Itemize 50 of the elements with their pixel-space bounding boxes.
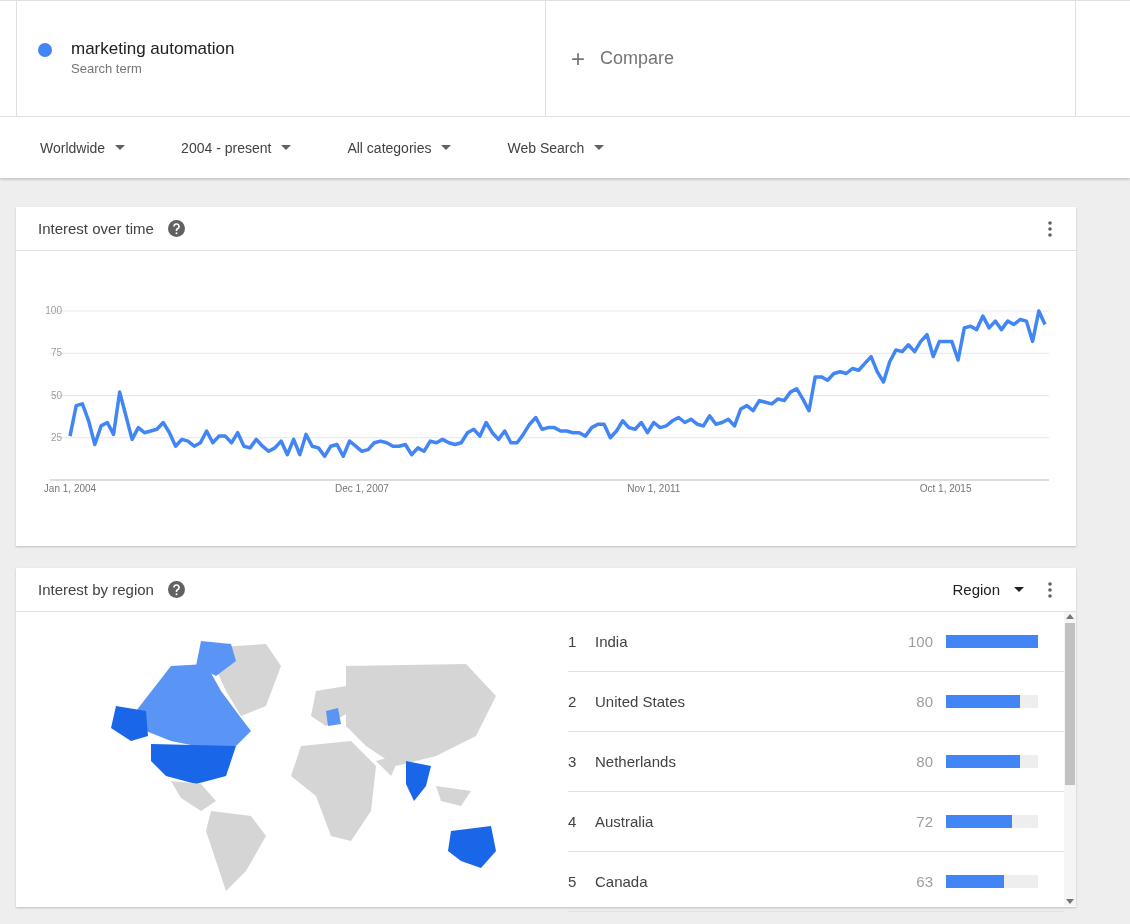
rank: 4 [568, 813, 578, 830]
series-dot [38, 43, 52, 57]
region-value: 63 [915, 873, 933, 890]
region-row[interactable]: 1 India 100 [568, 612, 1064, 672]
y-tick-label: 25 [50, 431, 62, 443]
y-tick-label: 75 [50, 347, 62, 359]
region-name: Netherlands [595, 753, 677, 770]
rank: 5 [568, 873, 578, 890]
rank: 3 [568, 753, 578, 770]
region-value: 80 [915, 693, 933, 710]
card-title: Interest over time [38, 220, 154, 237]
x-tick-label: Dec 1, 2007 [334, 483, 389, 494]
more-icon[interactable] [1048, 581, 1052, 598]
card-title: Interest by region [38, 581, 154, 598]
caret-icon [115, 145, 126, 150]
search-term-caption: Search term [71, 61, 143, 76]
help-icon[interactable] [167, 581, 185, 598]
rank: 1 [568, 633, 578, 650]
x-tick-label: Oct 1, 2015 [919, 483, 972, 494]
region-row[interactable]: 5 Canada 63 [568, 852, 1064, 912]
caret-icon [594, 145, 605, 150]
caret-icon [441, 145, 452, 150]
region-value: 100 [906, 633, 933, 650]
region-name: United States [595, 693, 687, 710]
x-tick-label: Nov 1, 2011 [627, 483, 681, 494]
rank: 2 [568, 693, 578, 710]
region-row[interactable]: 2 United States 80 [568, 672, 1064, 732]
region-row[interactable]: 4 Australia 72 [568, 792, 1064, 852]
more-icon[interactable] [1048, 220, 1052, 237]
filter-dropdown[interactable]: 2004 - present [169, 133, 304, 162]
filter-dropdown[interactable]: All categories [335, 133, 464, 162]
filter-dropdown[interactable]: Web Search [495, 133, 617, 162]
region-name: Australia [595, 813, 655, 830]
scroll-up-icon[interactable] [1066, 614, 1074, 619]
x-tick-label: Jan 1, 2004 [43, 483, 97, 494]
region-value: 72 [915, 813, 933, 830]
y-tick-label: 50 [50, 389, 62, 401]
filter-dropdown[interactable]: Worldwide [28, 133, 138, 162]
caret-icon [1014, 587, 1024, 592]
scrollbar[interactable] [1064, 612, 1076, 906]
resolution-dropdown[interactable]: Region [948, 577, 1028, 602]
region-name: India [595, 633, 629, 650]
region-value: 80 [915, 753, 933, 770]
help-icon[interactable] [167, 220, 185, 237]
region-name: Canada [595, 873, 649, 890]
scroll-down-icon[interactable] [1066, 899, 1074, 904]
search-term[interactable]: marketing automation [71, 39, 235, 59]
region-row[interactable]: 3 Netherlands 80 [568, 732, 1064, 792]
y-tick-label: 100 [45, 305, 62, 316]
caret-icon [281, 145, 292, 150]
